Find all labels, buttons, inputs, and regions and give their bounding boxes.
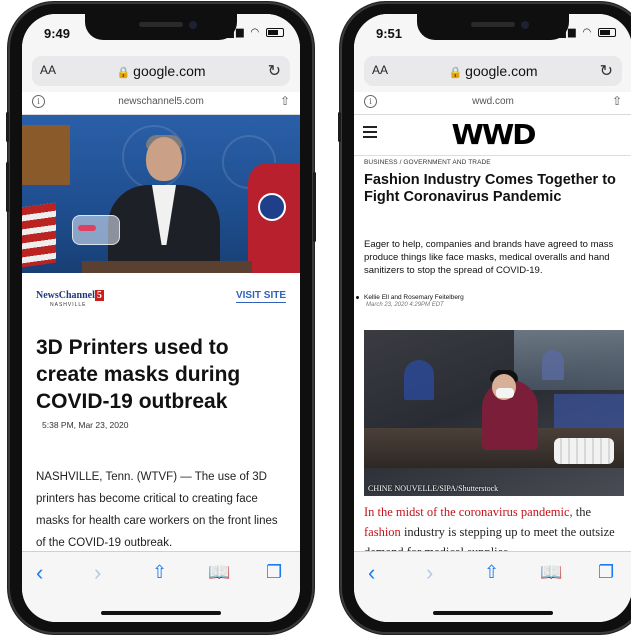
address-bar: AA 🔒 google.com ↻ <box>354 52 631 92</box>
mute-switch <box>338 112 341 142</box>
phone-left: 9:49 ▂▄▆ ◠ AA 🔒google.com ↻ i newschanne… <box>6 2 316 634</box>
article-dek: Eager to help, companies and brands have… <box>364 239 614 276</box>
source-domain[interactable]: newschannel5.com <box>22 96 300 107</box>
share-icon[interactable]: ⇧ <box>612 94 622 108</box>
article-byline[interactable]: Kellie Ell and Rosemary Feitelberg <box>364 294 464 301</box>
share-icon[interactable]: ⇧ <box>280 94 290 108</box>
forward-icon[interactable]: › <box>426 560 433 586</box>
screen-right: 9:51 ▂▄▆ ◠ AA 🔒google.com ↻ i wwd.com ⇧ … <box>354 14 631 622</box>
url-field[interactable]: AA 🔒 google.com ↻ <box>32 56 290 86</box>
lock-icon: 🔒 <box>116 67 131 79</box>
status-time: 9:49 <box>44 26 71 41</box>
bottom-toolbar: ‹ › ⇧ 📖 ❐ <box>354 551 631 622</box>
bullet-icon <box>356 296 359 299</box>
url-domain: google.com <box>465 63 538 79</box>
home-indicator <box>433 611 553 615</box>
fashion-link[interactable]: fashion <box>364 525 401 539</box>
forward-icon[interactable]: › <box>94 560 101 586</box>
article-photo: CHINE NOUVELLE/SIPA/Shutterstock <box>364 330 624 496</box>
logo-subtext: NASHVILLE <box>50 302 87 308</box>
tabs-icon[interactable]: ❐ <box>266 562 282 583</box>
article-body: NASHVILLE, Tenn. (WTVF) — The use of 3D … <box>36 471 278 549</box>
wifi-icon: ◠ <box>250 27 262 38</box>
lock-icon: 🔒 <box>448 67 463 79</box>
back-icon[interactable]: ‹ <box>368 560 375 586</box>
wifi-icon: ◠ <box>582 27 594 38</box>
article-date: March 23, 2020 4:29PM EDT <box>366 302 444 308</box>
article-kicker[interactable]: BUSINESS / GOVERNMENT AND TRADE <box>364 159 491 166</box>
photo-credit: CHINE NOUVELLE/SIPA/Shutterstock <box>368 484 499 493</box>
volume-up-button <box>6 162 9 212</box>
power-button <box>313 172 316 242</box>
newschannel5-logo: NewsChannel 5 <box>36 290 104 301</box>
share-icon[interactable]: ⇧ <box>484 562 499 583</box>
flag-left <box>22 125 70 185</box>
article-headline: 3D Printers used to create masks during … <box>36 336 241 413</box>
screen-left: 9:49 ▂▄▆ ◠ AA 🔒google.com ↻ i newschanne… <box>22 14 300 622</box>
article-timestamp: 5:38 PM, Mar 23, 2020 <box>42 420 129 430</box>
status-time: 9:51 <box>376 26 403 41</box>
amp-source-bar: i newschannel5.com ⇧ <box>22 92 300 115</box>
bookmarks-icon[interactable]: 📖 <box>540 562 562 583</box>
url-text[interactable]: 🔒 google.com <box>32 63 290 79</box>
reload-icon[interactable]: ↻ <box>268 61 281 81</box>
mute-switch <box>6 112 9 142</box>
article-headline: Fashion Industry Comes Together to Fight… <box>364 172 616 205</box>
home-indicator <box>101 611 221 615</box>
url-domain: google.com <box>133 63 206 79</box>
tabs-icon[interactable]: ❐ <box>598 562 614 583</box>
url-text[interactable]: 🔒 google.com <box>364 63 622 79</box>
source-row: NewsChannel 5 NASHVILLE VISIT SITE <box>36 286 286 308</box>
notch <box>85 14 237 40</box>
reload-icon[interactable]: ↻ <box>600 61 613 81</box>
hero-image <box>22 115 300 273</box>
wwd-logo[interactable]: WWD <box>354 118 631 151</box>
bottom-toolbar: ‹ › ⇧ 📖 ❐ <box>22 551 300 622</box>
visit-site-link[interactable]: VISIT SITE <box>235 290 286 303</box>
body-text: the <box>572 505 592 519</box>
amp-source-bar: i wwd.com ⇧ <box>354 92 631 115</box>
back-icon[interactable]: ‹ <box>36 560 43 586</box>
share-icon[interactable]: ⇧ <box>152 562 167 583</box>
coronavirus-pandemic-link[interactable]: In the midst of the coronavirus pandemic… <box>364 505 573 519</box>
bookmarks-icon[interactable]: 📖 <box>208 562 230 583</box>
phone-right: 9:51 ▂▄▆ ◠ AA 🔒google.com ↻ i wwd.com ⇧ … <box>338 2 631 634</box>
notch <box>417 14 569 40</box>
battery-icon <box>266 27 284 37</box>
address-bar: AA 🔒 google.com ↻ <box>22 52 300 92</box>
battery-icon <box>598 27 616 37</box>
source-domain[interactable]: wwd.com <box>354 96 631 107</box>
url-field[interactable]: AA 🔒 google.com ↻ <box>364 56 622 86</box>
site-header: WWD <box>354 115 631 156</box>
